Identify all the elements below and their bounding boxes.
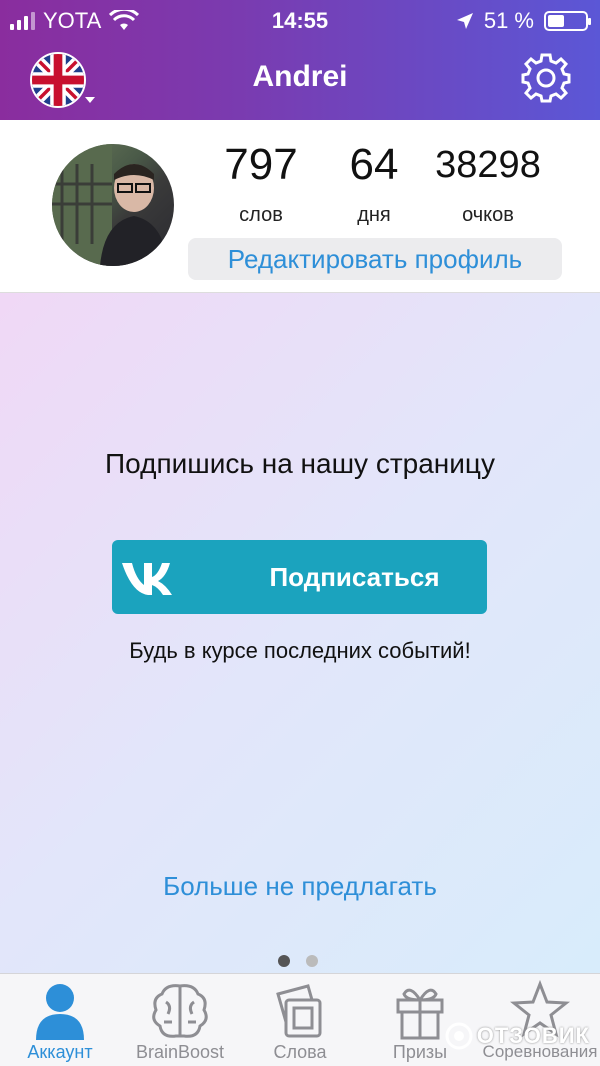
battery-icon — [544, 11, 591, 31]
tab-competitions[interactable]: Соревнования — [480, 974, 600, 1066]
page-dot[interactable] — [306, 955, 318, 967]
stat-value: 797 — [224, 140, 298, 189]
stat-label: слов — [239, 204, 283, 226]
promo-subtext: Будь в курсе последних событий! — [129, 638, 471, 663]
stat-label: очков — [462, 204, 514, 226]
gift-icon — [396, 988, 444, 1040]
status-bar: YOTA 14:55 51 % — [0, 0, 600, 40]
location-arrow-icon — [456, 13, 473, 29]
watermark-logo-icon — [445, 1022, 473, 1050]
page-dot-active[interactable] — [278, 955, 290, 967]
avatar[interactable] — [52, 144, 174, 266]
page-title: Andrei — [252, 60, 348, 93]
dismiss-link[interactable]: Больше не предлагать — [0, 871, 600, 902]
app-header: YOTA 14:55 51 % Andrei — [0, 0, 600, 120]
tab-prizes[interactable]: Призы — [360, 974, 480, 1066]
subscribe-label: Подписаться — [269, 562, 440, 592]
person-icon — [36, 984, 84, 1040]
stat-value: 64 — [349, 140, 399, 189]
cards-icon — [276, 984, 322, 1038]
tab-words[interactable]: Слова — [240, 974, 360, 1066]
stat-words: 797 слов — [215, 140, 307, 227]
tab-label: Слова — [273, 1042, 327, 1062]
tab-label: BrainBoost — [135, 1042, 225, 1062]
profile-summary: 797 слов 64 дня 38298 очков Редактироват… — [0, 120, 600, 293]
promo-heading: Подпишись на нашу страницу — [105, 448, 495, 479]
edit-profile-button[interactable]: Редактировать профиль — [188, 238, 562, 280]
stat-value: 38298 — [435, 144, 541, 186]
brain-icon — [152, 984, 208, 1038]
tab-bar: Аккаунт BrainBoost Слова Призы Соревнова… — [0, 973, 600, 1066]
gear-icon[interactable] — [520, 52, 572, 104]
vk-logo-icon — [122, 563, 172, 595]
stat-label: дня — [357, 204, 391, 226]
watermark-text: ОТЗОВИК — [476, 1023, 590, 1048]
battery-percent: 51 % — [483, 8, 534, 33]
page-indicator — [278, 955, 318, 967]
tab-account[interactable]: Аккаунт — [0, 974, 120, 1066]
stat-days: 64 дня — [335, 140, 413, 227]
chevron-down-icon — [85, 97, 95, 103]
vk-subscribe-button[interactable]: Подписаться — [112, 540, 487, 614]
stat-points: 38298 очков — [428, 140, 548, 227]
watermark: ОТЗОВИК — [445, 1022, 590, 1050]
promo-panel: Подпишись на нашу страницу Подписаться Б… — [0, 293, 600, 973]
tab-brainboost[interactable]: BrainBoost — [120, 974, 240, 1066]
tab-label: Аккаунт — [27, 1042, 93, 1062]
